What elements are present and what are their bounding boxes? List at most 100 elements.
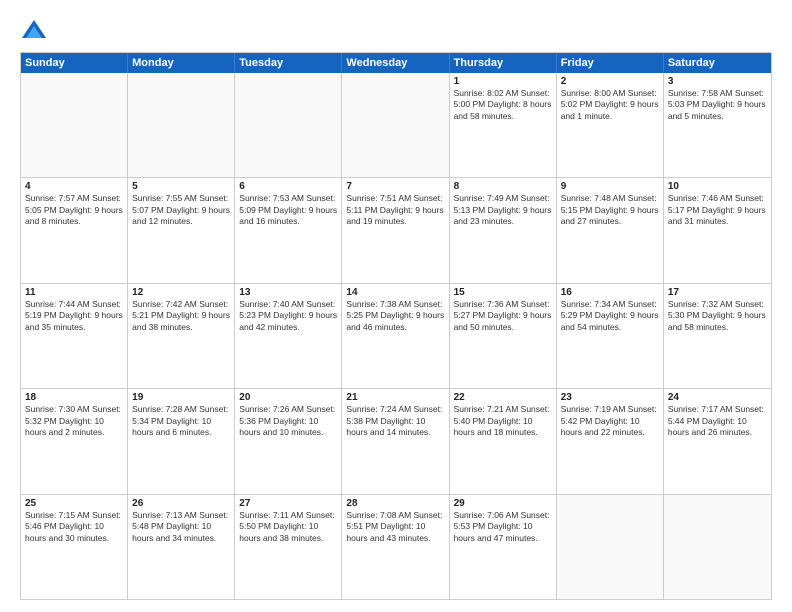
day-info: Sunrise: 7:38 AM Sunset: 5:25 PM Dayligh… (346, 299, 444, 333)
cal-cell: 25Sunrise: 7:15 AM Sunset: 5:46 PM Dayli… (21, 495, 128, 599)
cal-cell: 9Sunrise: 7:48 AM Sunset: 5:15 PM Daylig… (557, 178, 664, 282)
cal-cell: 19Sunrise: 7:28 AM Sunset: 5:34 PM Dayli… (128, 389, 235, 493)
cal-cell: 3Sunrise: 7:58 AM Sunset: 5:03 PM Daylig… (664, 73, 771, 177)
day-info: Sunrise: 7:15 AM Sunset: 5:46 PM Dayligh… (25, 510, 123, 544)
day-info: Sunrise: 7:13 AM Sunset: 5:48 PM Dayligh… (132, 510, 230, 544)
day-number: 28 (346, 498, 444, 509)
cal-cell: 6Sunrise: 7:53 AM Sunset: 5:09 PM Daylig… (235, 178, 342, 282)
cal-cell: 2Sunrise: 8:00 AM Sunset: 5:02 PM Daylig… (557, 73, 664, 177)
day-number: 18 (25, 392, 123, 403)
logo-icon (20, 16, 48, 44)
day-number: 12 (132, 287, 230, 298)
day-number: 20 (239, 392, 337, 403)
cal-cell: 10Sunrise: 7:46 AM Sunset: 5:17 PM Dayli… (664, 178, 771, 282)
day-info: Sunrise: 7:36 AM Sunset: 5:27 PM Dayligh… (454, 299, 552, 333)
day-info: Sunrise: 7:57 AM Sunset: 5:05 PM Dayligh… (25, 193, 123, 227)
cal-cell: 23Sunrise: 7:19 AM Sunset: 5:42 PM Dayli… (557, 389, 664, 493)
cal-cell: 11Sunrise: 7:44 AM Sunset: 5:19 PM Dayli… (21, 284, 128, 388)
header-day-monday: Monday (128, 53, 235, 73)
calendar-body: 1Sunrise: 8:02 AM Sunset: 5:00 PM Daylig… (21, 73, 771, 599)
day-number: 1 (454, 76, 552, 87)
header-day-friday: Friday (557, 53, 664, 73)
cal-cell: 28Sunrise: 7:08 AM Sunset: 5:51 PM Dayli… (342, 495, 449, 599)
cal-cell: 21Sunrise: 7:24 AM Sunset: 5:38 PM Dayli… (342, 389, 449, 493)
header-day-saturday: Saturday (664, 53, 771, 73)
day-number: 17 (668, 287, 767, 298)
day-info: Sunrise: 7:06 AM Sunset: 5:53 PM Dayligh… (454, 510, 552, 544)
cal-cell (21, 73, 128, 177)
header-day-sunday: Sunday (21, 53, 128, 73)
day-number: 9 (561, 181, 659, 192)
day-info: Sunrise: 7:42 AM Sunset: 5:21 PM Dayligh… (132, 299, 230, 333)
cal-cell (128, 73, 235, 177)
calendar-header: SundayMondayTuesdayWednesdayThursdayFrid… (21, 53, 771, 73)
cal-cell: 22Sunrise: 7:21 AM Sunset: 5:40 PM Dayli… (450, 389, 557, 493)
cal-cell: 8Sunrise: 7:49 AM Sunset: 5:13 PM Daylig… (450, 178, 557, 282)
cal-cell: 18Sunrise: 7:30 AM Sunset: 5:32 PM Dayli… (21, 389, 128, 493)
day-number: 5 (132, 181, 230, 192)
cal-cell: 12Sunrise: 7:42 AM Sunset: 5:21 PM Dayli… (128, 284, 235, 388)
day-number: 6 (239, 181, 337, 192)
day-info: Sunrise: 7:30 AM Sunset: 5:32 PM Dayligh… (25, 404, 123, 438)
day-number: 19 (132, 392, 230, 403)
day-info: Sunrise: 7:11 AM Sunset: 5:50 PM Dayligh… (239, 510, 337, 544)
day-number: 11 (25, 287, 123, 298)
page: SundayMondayTuesdayWednesdayThursdayFrid… (0, 0, 792, 612)
day-info: Sunrise: 7:53 AM Sunset: 5:09 PM Dayligh… (239, 193, 337, 227)
cal-cell: 17Sunrise: 7:32 AM Sunset: 5:30 PM Dayli… (664, 284, 771, 388)
cal-cell: 20Sunrise: 7:26 AM Sunset: 5:36 PM Dayli… (235, 389, 342, 493)
cal-cell: 27Sunrise: 7:11 AM Sunset: 5:50 PM Dayli… (235, 495, 342, 599)
day-info: Sunrise: 7:32 AM Sunset: 5:30 PM Dayligh… (668, 299, 767, 333)
cal-cell: 13Sunrise: 7:40 AM Sunset: 5:23 PM Dayli… (235, 284, 342, 388)
day-info: Sunrise: 7:46 AM Sunset: 5:17 PM Dayligh… (668, 193, 767, 227)
day-info: Sunrise: 7:49 AM Sunset: 5:13 PM Dayligh… (454, 193, 552, 227)
day-number: 27 (239, 498, 337, 509)
day-number: 8 (454, 181, 552, 192)
day-number: 10 (668, 181, 767, 192)
cal-cell: 16Sunrise: 7:34 AM Sunset: 5:29 PM Dayli… (557, 284, 664, 388)
day-number: 2 (561, 76, 659, 87)
day-number: 15 (454, 287, 552, 298)
day-info: Sunrise: 7:26 AM Sunset: 5:36 PM Dayligh… (239, 404, 337, 438)
cal-cell: 7Sunrise: 7:51 AM Sunset: 5:11 PM Daylig… (342, 178, 449, 282)
cal-cell: 4Sunrise: 7:57 AM Sunset: 5:05 PM Daylig… (21, 178, 128, 282)
cal-cell: 24Sunrise: 7:17 AM Sunset: 5:44 PM Dayli… (664, 389, 771, 493)
header (20, 16, 772, 44)
day-info: Sunrise: 7:08 AM Sunset: 5:51 PM Dayligh… (346, 510, 444, 544)
day-info: Sunrise: 7:17 AM Sunset: 5:44 PM Dayligh… (668, 404, 767, 438)
day-info: Sunrise: 7:58 AM Sunset: 5:03 PM Dayligh… (668, 88, 767, 122)
week-row-3: 11Sunrise: 7:44 AM Sunset: 5:19 PM Dayli… (21, 283, 771, 388)
header-day-thursday: Thursday (450, 53, 557, 73)
day-number: 21 (346, 392, 444, 403)
day-number: 29 (454, 498, 552, 509)
cal-cell: 14Sunrise: 7:38 AM Sunset: 5:25 PM Dayli… (342, 284, 449, 388)
day-info: Sunrise: 7:24 AM Sunset: 5:38 PM Dayligh… (346, 404, 444, 438)
logo (20, 16, 52, 44)
day-info: Sunrise: 7:48 AM Sunset: 5:15 PM Dayligh… (561, 193, 659, 227)
day-number: 22 (454, 392, 552, 403)
week-row-4: 18Sunrise: 7:30 AM Sunset: 5:32 PM Dayli… (21, 388, 771, 493)
day-number: 23 (561, 392, 659, 403)
day-number: 26 (132, 498, 230, 509)
calendar: SundayMondayTuesdayWednesdayThursdayFrid… (20, 52, 772, 600)
week-row-5: 25Sunrise: 7:15 AM Sunset: 5:46 PM Dayli… (21, 494, 771, 599)
cal-cell (557, 495, 664, 599)
day-info: Sunrise: 8:00 AM Sunset: 5:02 PM Dayligh… (561, 88, 659, 122)
day-info: Sunrise: 7:19 AM Sunset: 5:42 PM Dayligh… (561, 404, 659, 438)
day-info: Sunrise: 7:40 AM Sunset: 5:23 PM Dayligh… (239, 299, 337, 333)
cal-cell (664, 495, 771, 599)
day-info: Sunrise: 7:34 AM Sunset: 5:29 PM Dayligh… (561, 299, 659, 333)
day-number: 14 (346, 287, 444, 298)
day-info: Sunrise: 7:55 AM Sunset: 5:07 PM Dayligh… (132, 193, 230, 227)
day-number: 7 (346, 181, 444, 192)
day-info: Sunrise: 8:02 AM Sunset: 5:00 PM Dayligh… (454, 88, 552, 122)
cal-cell: 15Sunrise: 7:36 AM Sunset: 5:27 PM Dayli… (450, 284, 557, 388)
day-info: Sunrise: 7:51 AM Sunset: 5:11 PM Dayligh… (346, 193, 444, 227)
week-row-1: 1Sunrise: 8:02 AM Sunset: 5:00 PM Daylig… (21, 73, 771, 177)
header-day-tuesday: Tuesday (235, 53, 342, 73)
cal-cell: 1Sunrise: 8:02 AM Sunset: 5:00 PM Daylig… (450, 73, 557, 177)
day-number: 4 (25, 181, 123, 192)
week-row-2: 4Sunrise: 7:57 AM Sunset: 5:05 PM Daylig… (21, 177, 771, 282)
day-info: Sunrise: 7:21 AM Sunset: 5:40 PM Dayligh… (454, 404, 552, 438)
day-number: 13 (239, 287, 337, 298)
